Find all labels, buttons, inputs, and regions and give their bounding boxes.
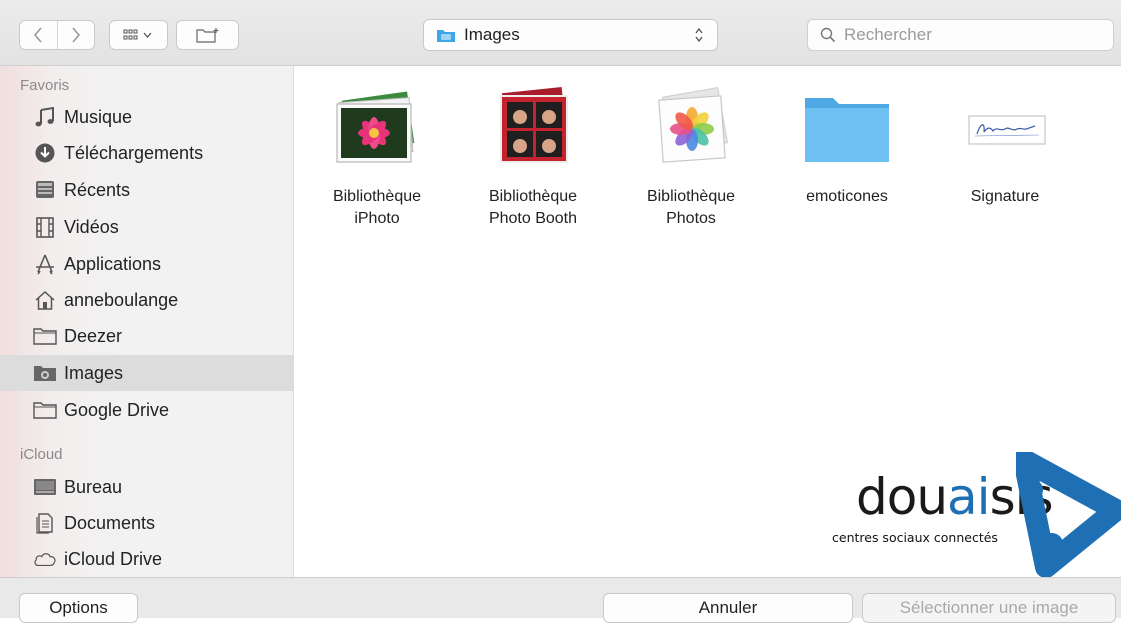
sidebar-item-musique[interactable]: Musique xyxy=(0,99,293,135)
sidebar-item-deezer[interactable]: Deezer xyxy=(0,318,293,354)
sidebar-item-anneboulange[interactable]: anneboulange xyxy=(0,282,293,318)
sidebar-section-favorites: Favoris xyxy=(20,77,70,94)
sidebar-item-google-drive[interactable]: Google Drive xyxy=(0,392,293,428)
file-item-photos-library[interactable]: Bibliothèque Photos xyxy=(621,76,761,230)
sidebar-item-bureau[interactable]: Bureau xyxy=(0,469,293,505)
play-logo-icon xyxy=(1016,452,1121,577)
forward-button[interactable] xyxy=(56,21,95,49)
location-popup[interactable]: Images xyxy=(423,19,718,51)
view-options-button[interactable] xyxy=(109,20,168,50)
folder-icon xyxy=(797,76,897,176)
camera-folder-icon xyxy=(33,362,57,384)
file-name: emoticones xyxy=(806,188,888,205)
sidebar-item-label: Documents xyxy=(64,513,156,533)
sidebar-item-label: Récents xyxy=(64,180,131,200)
back-forward-group xyxy=(19,20,95,50)
back-button[interactable] xyxy=(20,21,57,49)
chevron-right-icon xyxy=(72,27,80,43)
folder-icon xyxy=(33,399,57,421)
logo-accent-letters: ai xyxy=(947,468,991,526)
location-label: Images xyxy=(464,25,520,44)
sidebar: Favoris Musique Téléchargements Récents … xyxy=(0,66,294,577)
file-name: Bibliothèque iPhoto xyxy=(332,188,422,227)
sidebar-item-images[interactable]: Images xyxy=(0,355,293,391)
file-item-emoticones-folder[interactable]: emoticones xyxy=(777,76,917,208)
sidebar-item-recents[interactable]: Récents xyxy=(0,172,293,208)
icon-grid-view-icon xyxy=(123,29,151,40)
sidebar-item-label: Téléchargements xyxy=(64,143,204,163)
file-name: Bibliothèque Photo Booth xyxy=(488,188,578,227)
music-note-icon xyxy=(33,106,57,128)
sidebar-item-label: Vidéos xyxy=(64,217,119,237)
file-item-iphoto-library[interactable]: Bibliothèque iPhoto xyxy=(307,76,447,230)
sidebar-item-label: Deezer xyxy=(64,326,123,346)
download-icon xyxy=(33,142,57,164)
file-item-photo-booth-library[interactable]: Bibliothèque Photo Booth xyxy=(463,76,603,230)
desktop-icon xyxy=(33,476,57,498)
sidebar-item-label: Musique xyxy=(64,107,133,127)
logo-tagline: centres sociaux connectés xyxy=(832,530,998,545)
sidebar-item-applications[interactable]: Applications xyxy=(0,246,293,282)
new-folder-button[interactable] xyxy=(176,20,239,50)
options-button[interactable]: Options xyxy=(19,593,138,623)
documents-icon xyxy=(33,512,57,534)
updown-arrows-icon xyxy=(695,27,703,43)
file-item-signature[interactable]: Signature xyxy=(935,76,1075,208)
chevron-left-icon xyxy=(34,27,42,43)
signature-image-icon xyxy=(955,76,1055,176)
applications-icon xyxy=(33,253,57,275)
douaisis-logo: douaisis centres sociaux connectés xyxy=(826,452,1121,577)
sidebar-item-telechargements[interactable]: Téléchargements xyxy=(0,135,293,171)
sidebar-item-label: iCloud Drive xyxy=(64,549,163,569)
file-name: Bibliothèque Photos xyxy=(646,188,736,227)
sidebar-item-label: anneboulange xyxy=(64,290,179,310)
sidebar-item-label: Images xyxy=(64,363,124,383)
search-field[interactable] xyxy=(807,19,1114,51)
select-image-button[interactable]: Sélectionner une image xyxy=(862,593,1116,623)
home-icon xyxy=(33,289,57,311)
recents-icon xyxy=(33,179,57,201)
photos-library-icon xyxy=(641,76,741,176)
file-name: Signature xyxy=(970,188,1040,205)
search-icon xyxy=(820,27,836,43)
cloud-icon xyxy=(33,548,57,570)
search-input[interactable] xyxy=(842,24,1106,46)
toolbar: Images xyxy=(0,0,1121,66)
sidebar-item-label: Applications xyxy=(64,254,162,274)
folder-icon xyxy=(33,325,57,347)
photo-booth-library-icon xyxy=(483,76,583,176)
iphoto-library-icon xyxy=(327,76,427,176)
film-icon xyxy=(33,216,57,238)
sidebar-item-videos[interactable]: Vidéos xyxy=(0,209,293,245)
sidebar-item-documents[interactable]: Documents xyxy=(0,505,293,541)
new-folder-icon xyxy=(195,28,218,43)
sidebar-section-icloud: iCloud xyxy=(20,446,63,463)
sidebar-item-icloud-drive[interactable]: iCloud Drive xyxy=(0,541,293,577)
sidebar-item-label: Bureau xyxy=(64,477,123,497)
cancel-button[interactable]: Annuler xyxy=(603,593,853,623)
images-folder-icon xyxy=(437,30,455,42)
sidebar-item-label: Google Drive xyxy=(64,400,170,420)
